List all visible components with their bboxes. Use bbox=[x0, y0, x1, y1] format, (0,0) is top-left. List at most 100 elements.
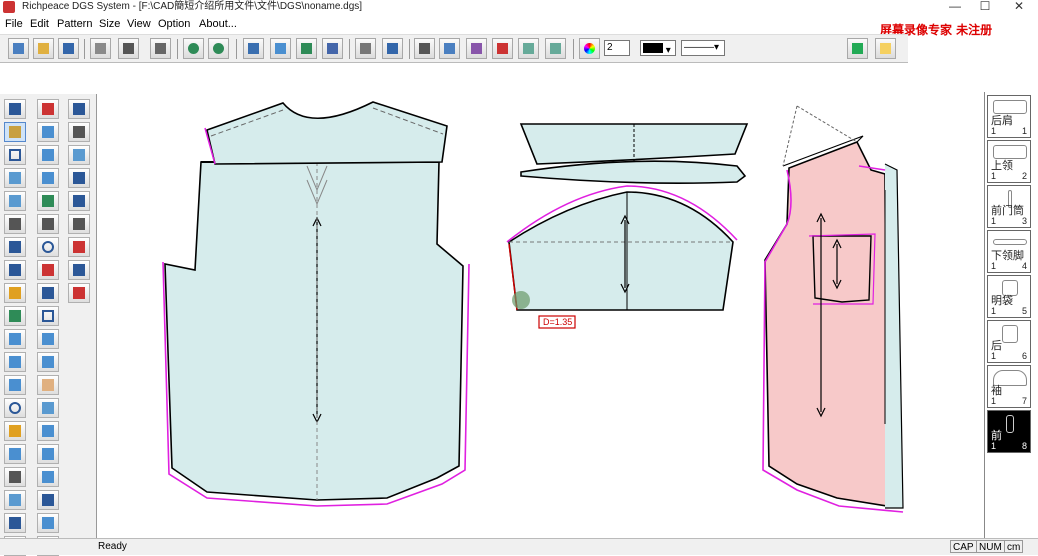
piece-item-1[interactable]: 后肩 1 1 bbox=[987, 95, 1031, 138]
layout-button[interactable] bbox=[545, 38, 566, 59]
camera-button[interactable] bbox=[118, 38, 139, 59]
tool-flag[interactable] bbox=[68, 191, 90, 211]
piece-sleeve[interactable] bbox=[506, 185, 738, 311]
redo-button[interactable] bbox=[208, 38, 229, 59]
menu-size[interactable]: Size bbox=[99, 17, 120, 31]
piece-front[interactable] bbox=[762, 105, 904, 513]
piece-item-2[interactable]: 上领 1 2 bbox=[987, 140, 1031, 183]
tool-edit[interactable] bbox=[37, 467, 59, 487]
tool-spiral[interactable] bbox=[4, 398, 26, 418]
tool-balance[interactable] bbox=[68, 214, 90, 234]
minimize-button[interactable]: — bbox=[940, 0, 970, 15]
digitize-button[interactable] bbox=[90, 38, 111, 59]
piece-back[interactable] bbox=[162, 161, 470, 507]
align-button[interactable] bbox=[382, 38, 403, 59]
users-button[interactable] bbox=[322, 38, 343, 59]
tool-slope[interactable] bbox=[37, 398, 59, 418]
tool-bucket[interactable] bbox=[37, 352, 59, 372]
piece-item-3[interactable]: 前门筒 1 3 bbox=[987, 185, 1031, 228]
tool-dots[interactable] bbox=[68, 237, 90, 257]
tool-ruler[interactable] bbox=[4, 283, 26, 303]
brush-button[interactable] bbox=[355, 38, 376, 59]
piece-back-yoke[interactable] bbox=[204, 101, 448, 165]
tool-spray[interactable] bbox=[37, 490, 59, 510]
tool-pencil[interactable] bbox=[4, 122, 26, 142]
undo-button[interactable] bbox=[183, 38, 204, 59]
tool-notch[interactable] bbox=[4, 444, 26, 464]
piece-item-8[interactable]: 前 1 8 bbox=[987, 410, 1031, 453]
tool-offset[interactable] bbox=[37, 122, 59, 142]
tool-scissors-line[interactable] bbox=[4, 214, 26, 234]
save-button[interactable] bbox=[58, 38, 79, 59]
piece-item-4[interactable]: 下领脚 1 4 bbox=[987, 230, 1031, 273]
color-wheel-button[interactable] bbox=[579, 38, 600, 59]
tool-pen-edit[interactable] bbox=[4, 421, 26, 441]
menu-file[interactable]: File bbox=[5, 17, 23, 31]
piece-collar-stand[interactable] bbox=[520, 160, 747, 184]
piece-count: 1 bbox=[991, 126, 997, 136]
tool-layer[interactable] bbox=[68, 168, 90, 188]
tool-stitch[interactable] bbox=[4, 490, 26, 510]
chart-button[interactable] bbox=[439, 38, 460, 59]
grid-icon bbox=[9, 517, 21, 529]
points-button[interactable] bbox=[414, 38, 435, 59]
tool-point[interactable] bbox=[37, 99, 59, 119]
tool-bottle2[interactable] bbox=[37, 444, 59, 464]
tool-button[interactable] bbox=[37, 237, 59, 257]
tool-curve[interactable] bbox=[4, 191, 26, 211]
maximize-button[interactable]: ☐ bbox=[970, 0, 1000, 15]
line-width-input[interactable]: 2 bbox=[604, 40, 630, 56]
menu-pattern[interactable]: Pattern bbox=[57, 17, 92, 31]
color-dropdown[interactable]: ▾ bbox=[640, 40, 676, 56]
piece-button[interactable] bbox=[270, 38, 291, 59]
tool-rectangle[interactable] bbox=[4, 145, 26, 165]
tool-square[interactable] bbox=[37, 421, 59, 441]
tool-grid[interactable] bbox=[4, 513, 26, 533]
scale-button[interactable] bbox=[492, 38, 513, 59]
tool-fold[interactable] bbox=[4, 375, 26, 395]
tool-rotate[interactable] bbox=[37, 283, 59, 303]
grade-button[interactable] bbox=[243, 38, 264, 59]
piece-item-6[interactable]: 后 1 6 bbox=[987, 320, 1031, 363]
tool-angle[interactable] bbox=[4, 168, 26, 188]
new-file-button[interactable] bbox=[8, 38, 29, 59]
help-button[interactable] bbox=[875, 38, 896, 59]
tool-mirror[interactable] bbox=[37, 260, 59, 280]
piece-item-7[interactable]: 袖 1 7 bbox=[987, 365, 1031, 408]
shield-button[interactable] bbox=[296, 38, 317, 59]
envelope-button[interactable] bbox=[518, 38, 539, 59]
tool-bottle[interactable] bbox=[37, 168, 59, 188]
line-style-dropdown[interactable]: ———▾ bbox=[681, 40, 725, 56]
tool-split[interactable] bbox=[37, 329, 59, 349]
tool-measure[interactable] bbox=[37, 214, 59, 234]
grid-button[interactable] bbox=[466, 38, 487, 59]
piece-item-5[interactable]: 明袋 1 5 bbox=[987, 275, 1031, 318]
plot-button[interactable] bbox=[150, 38, 171, 59]
tool-move[interactable] bbox=[68, 99, 90, 119]
tool-cross[interactable] bbox=[4, 260, 26, 280]
tool-frame[interactable] bbox=[37, 306, 59, 326]
tool-stamp[interactable] bbox=[68, 260, 90, 280]
tool-piece-cut[interactable] bbox=[68, 122, 90, 142]
tool-chart[interactable] bbox=[37, 191, 59, 211]
film-button[interactable] bbox=[847, 38, 868, 59]
pattern-canvas[interactable]: D=1.35 bbox=[97, 94, 984, 538]
menu-edit[interactable]: Edit bbox=[30, 17, 49, 31]
tool-pleat[interactable] bbox=[4, 329, 26, 349]
tool-compass[interactable] bbox=[4, 237, 26, 257]
menu-about[interactable]: About... bbox=[199, 17, 237, 31]
tool-hand[interactable] bbox=[37, 375, 59, 395]
piece-collar-top[interactable] bbox=[519, 123, 749, 165]
tool-label[interactable] bbox=[68, 283, 90, 303]
menu-option[interactable]: Option bbox=[158, 17, 190, 31]
tool-layers[interactable] bbox=[37, 513, 59, 533]
tool-cut[interactable] bbox=[4, 467, 26, 487]
tool-seam[interactable] bbox=[37, 145, 59, 165]
tool-garment[interactable] bbox=[4, 306, 26, 326]
tool-line[interactable] bbox=[68, 145, 90, 165]
close-button[interactable]: ✕ bbox=[1004, 0, 1034, 15]
tool-dart[interactable] bbox=[4, 352, 26, 372]
open-file-button[interactable] bbox=[33, 38, 54, 59]
menu-view[interactable]: View bbox=[127, 17, 151, 31]
tool-select[interactable] bbox=[4, 99, 26, 119]
